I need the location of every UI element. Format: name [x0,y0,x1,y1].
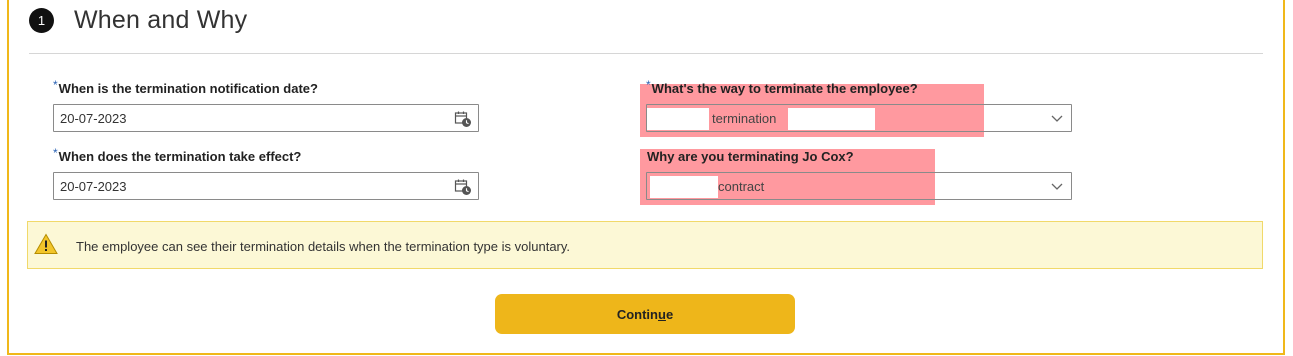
section-divider [29,53,1263,54]
termination-way-select[interactable]: termination [646,104,1072,132]
chevron-down-icon[interactable] [1051,181,1063,191]
notification-date-label: *When is the termination notification da… [53,78,318,96]
notification-date-value: 20-07-2023 [60,110,127,126]
warning-icon [34,233,58,254]
termination-way-label: *What's the way to terminate the employe… [646,78,918,96]
effective-date-label: *When does the termination take effect? [53,146,302,164]
required-mark: * [53,78,58,92]
termination-reason-label: Why are you terminating Jo Cox? [647,149,854,164]
redacted-region [650,176,718,198]
warning-message: The employee can see their termination d… [27,221,1263,269]
warning-text: The employee can see their termination d… [76,239,571,254]
effective-date-input[interactable]: 20-07-2023 [53,172,479,200]
continue-button[interactable]: Contin u e [495,294,795,334]
effective-date-value: 20-07-2023 [60,178,127,194]
chevron-down-icon[interactable] [1051,113,1063,123]
required-mark: * [53,146,58,160]
section-title: When and Why [74,5,248,34]
termination-way-value: termination [712,111,777,126]
termination-reason-value: contract [718,179,765,194]
notification-date-input[interactable]: 20-07-2023 [53,104,479,132]
redacted-region [788,108,875,130]
required-mark: * [646,78,651,92]
termination-reason-select[interactable]: contract [646,172,1072,200]
redacted-region [647,108,709,130]
section-header: 1 When and Why [29,5,248,34]
step-number-badge: 1 [29,7,54,33]
calendar-icon[interactable] [454,178,472,196]
accelerator-key: u [657,306,666,322]
calendar-icon[interactable] [454,110,472,128]
